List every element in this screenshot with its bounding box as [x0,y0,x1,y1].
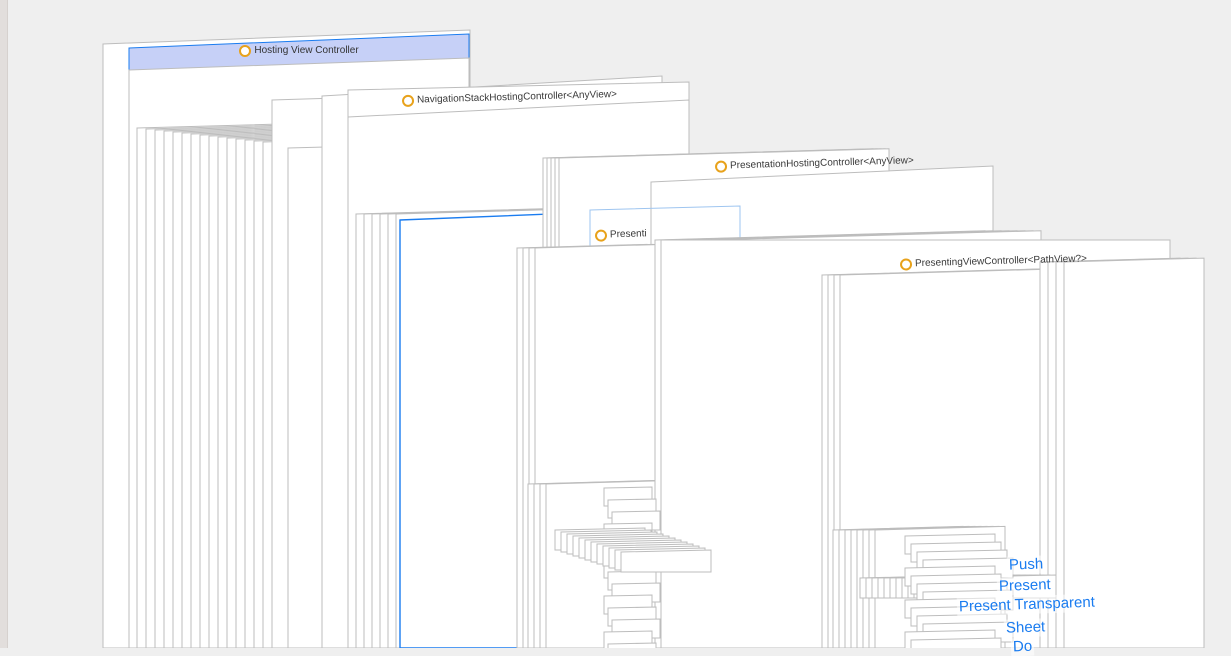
present-button-label[interactable]: Present [996,576,1054,596]
view-layer-73 [607,642,657,648]
view-controller-icon [401,94,415,107]
hosting-view-controller-title: Hosting View Controller [254,45,359,56]
presentation-controller-partial-label[interactable]: Presenti [594,228,648,242]
sheet-button-label[interactable]: Sheet [1003,618,1048,638]
view-controller-icon [239,45,252,57]
push-button-label[interactable]: Push [1006,555,1046,575]
view-controller-icon [594,229,608,242]
partial-button-label[interactable]: Do [1010,637,1035,656]
view-layer-59 [1063,257,1205,648]
hosting-view-controller-label[interactable]: Hosting View Controller [129,34,469,68]
view-layer-85 [620,549,712,573]
view-layer-119 [910,637,1002,648]
view-controller-icon [899,258,913,271]
presentation-controller-partial-title: Presenti [609,228,647,241]
view-controller-icon [714,160,728,173]
